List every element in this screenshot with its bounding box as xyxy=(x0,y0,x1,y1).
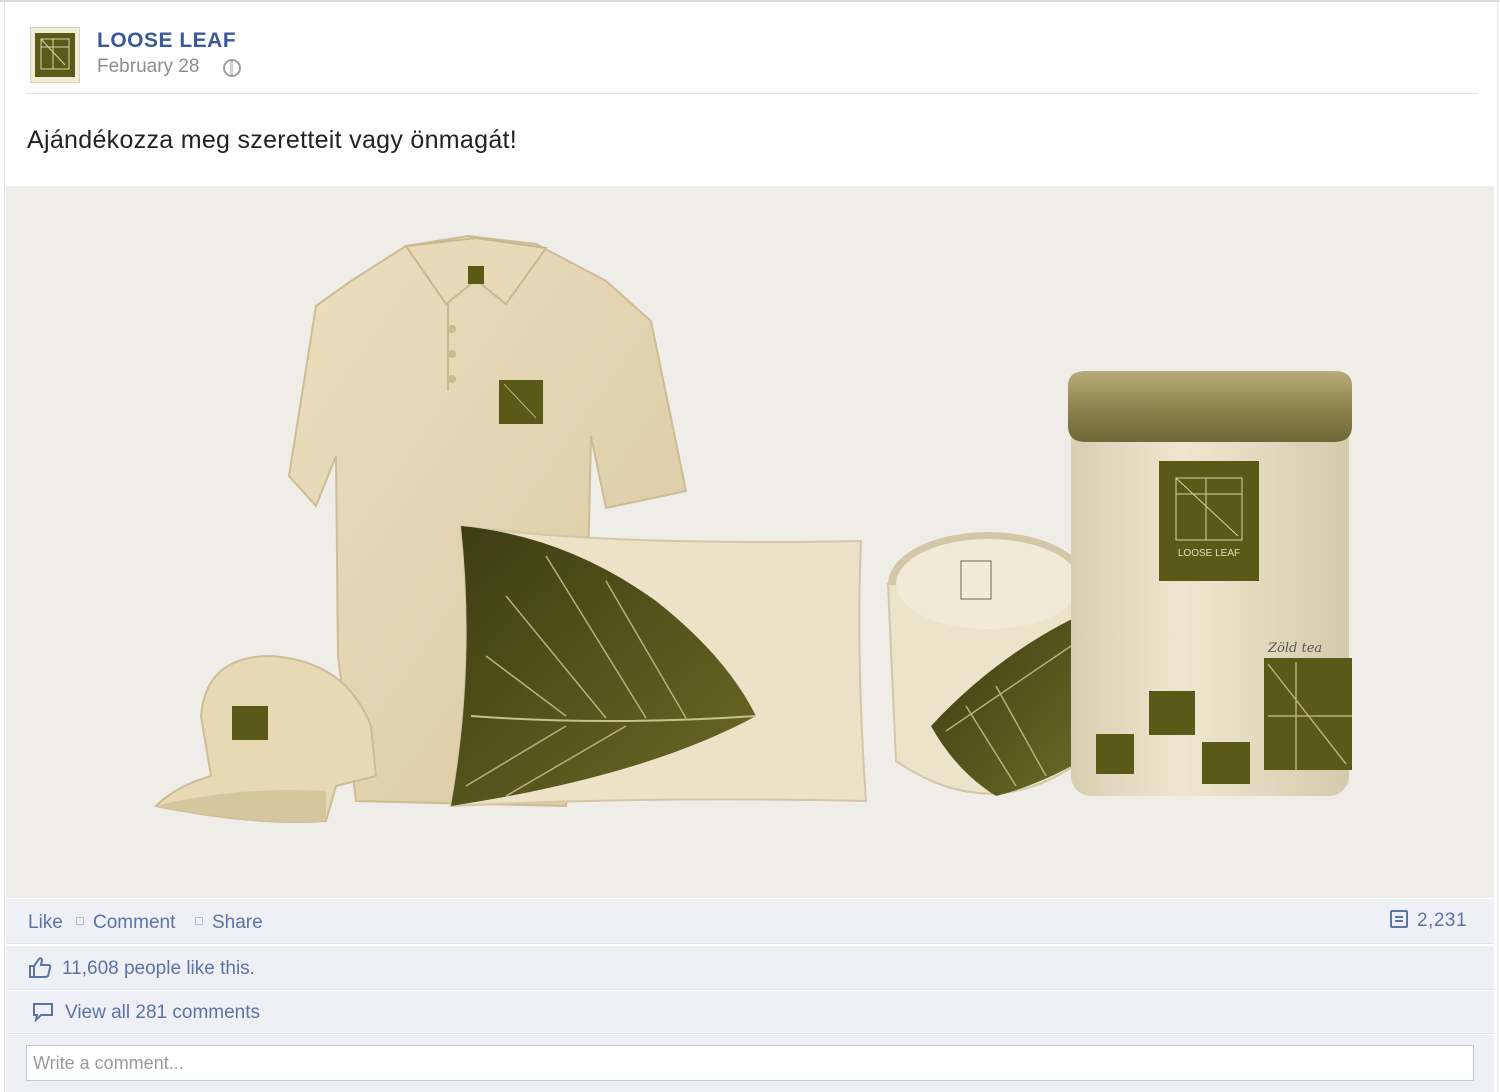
thumbs-up-icon xyxy=(29,957,52,978)
separator xyxy=(76,917,84,925)
like-link[interactable]: Like xyxy=(28,912,63,934)
likes-count-link[interactable]: 11,608 people like this. xyxy=(62,958,255,980)
likes-summary-row: 11,608 people like this. xyxy=(6,946,1494,990)
share-count[interactable]: 2,231 xyxy=(1417,910,1467,932)
comment-box-row xyxy=(6,1035,1494,1092)
merchandise-illustration: LOOSE LEAF Zöld tea xyxy=(153,234,1352,823)
separator xyxy=(195,917,203,925)
globe-icon xyxy=(223,59,241,77)
post-photo[interactable]: LOOSE LEAF Zöld tea xyxy=(6,186,1494,898)
page-avatar[interactable] xyxy=(30,27,80,83)
tin-script-text: Zöld tea xyxy=(1267,641,1322,656)
view-all-comments-link[interactable]: View all 281 comments xyxy=(65,1002,260,1024)
tea-tin: LOOSE LEAF Zöld tea xyxy=(1068,371,1352,796)
comment-link[interactable]: Comment xyxy=(93,912,175,934)
share-count-icon[interactable] xyxy=(1390,910,1408,928)
leaf-pillow xyxy=(449,524,868,808)
write-comment-input[interactable] xyxy=(26,1045,1474,1081)
tin-logo-text: LOOSE LEAF xyxy=(1178,548,1240,559)
header-divider xyxy=(26,93,1478,94)
share-link[interactable]: Share xyxy=(212,912,263,934)
page-name-link[interactable]: LOOSE LEAF xyxy=(97,29,236,53)
post-message: Ajándékozza meg szeretteit vagy önmagát! xyxy=(27,126,518,154)
comments-summary-row: View all 281 comments xyxy=(6,991,1494,1034)
comment-bubble-icon xyxy=(33,1003,53,1022)
post-timestamp[interactable]: February 28 xyxy=(97,56,199,78)
loose-leaf-logo-icon xyxy=(35,33,75,77)
post-actions-bar: Like Comment Share 2,231 xyxy=(6,899,1494,944)
